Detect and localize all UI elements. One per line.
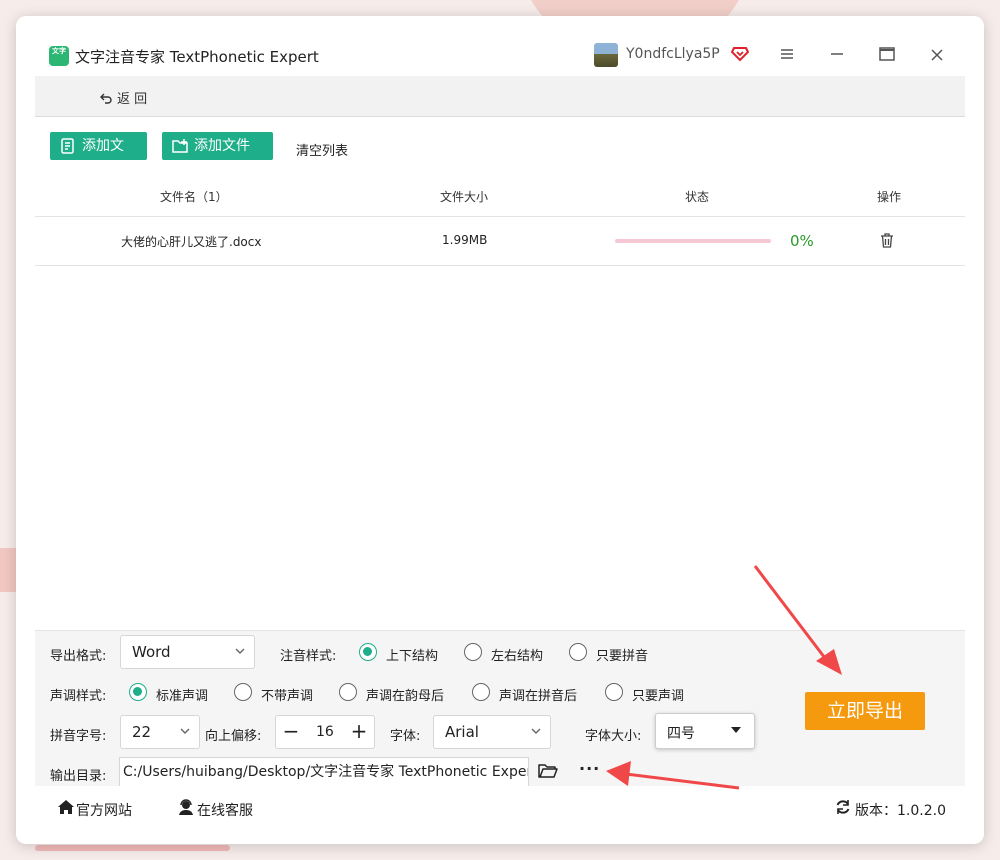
radio-label: 不带声调 xyxy=(261,689,314,704)
support-agent-icon xyxy=(179,799,193,815)
font-size-label: 字体大小: xyxy=(585,729,642,744)
offset-label: 向上偏移: xyxy=(205,729,262,744)
version-info[interactable]: 版本：1.0.2.0 xyxy=(836,800,946,820)
close-icon[interactable] xyxy=(927,46,947,66)
maximize-icon[interactable] xyxy=(877,46,897,66)
pinyin-size-value: 22 xyxy=(132,723,152,741)
radio-label: 左右结构 xyxy=(491,649,544,664)
column-header-size: 文件大小 xyxy=(440,190,489,204)
minimize-icon[interactable] xyxy=(827,46,847,66)
radio-label: 声调在拼音后 xyxy=(499,689,578,704)
back-label: 返 回 xyxy=(117,92,148,107)
trash-icon[interactable] xyxy=(880,233,894,248)
radio-phonetic-left-right[interactable] xyxy=(464,643,482,661)
app-window: 文字 文字注音专家 TextPhonetic Expert Y0ndfcLlya… xyxy=(16,16,984,844)
online-support-link[interactable]: 在线客服 xyxy=(179,799,253,820)
font-value: Arial xyxy=(445,723,479,741)
export-now-button[interactable]: 立即导出 xyxy=(805,692,925,730)
radio-tone-none[interactable] xyxy=(234,683,252,701)
add-folder-button[interactable]: 添加文件夹 xyxy=(162,132,273,182)
chevron-down-icon xyxy=(235,648,245,654)
export-format-select[interactable]: Word xyxy=(120,635,255,669)
radio-label: 上下结构 xyxy=(386,649,439,664)
font-select[interactable]: Arial xyxy=(433,715,551,749)
folder-open-icon[interactable] xyxy=(538,763,558,779)
radio-label: 声调在韵母后 xyxy=(366,689,445,704)
vip-diamond-icon[interactable] xyxy=(731,44,749,62)
font-size-value: 四号 xyxy=(667,726,695,742)
radio-label: 只要拼音 xyxy=(596,649,649,664)
radio-phonetic-pinyin-only[interactable] xyxy=(569,643,587,661)
official-website-link[interactable]: 官方网站 xyxy=(58,800,132,820)
radio-tone-standard[interactable] xyxy=(129,683,147,701)
radio-tone-only[interactable] xyxy=(605,683,623,701)
refresh-icon xyxy=(836,800,850,814)
font-label: 字体: xyxy=(390,729,421,744)
column-header-actions: 操作 xyxy=(877,190,902,204)
export-format-value: Word xyxy=(132,643,171,661)
progress-bar xyxy=(615,239,771,243)
add-file-button[interactable]: 添加文件 xyxy=(50,132,147,182)
table-header: 文件名（1） 文件大小 状态 操作 xyxy=(35,176,965,217)
chevron-down-icon xyxy=(180,728,190,734)
output-dir-field[interactable]: C:/Users/huibang/Desktop/文字注音专家 TextPhon… xyxy=(119,757,529,787)
radio-label: 标准声调 xyxy=(156,689,209,704)
caret-down-icon xyxy=(731,727,741,733)
footer: 官方网站 在线客服 版本：1.0.2.0 xyxy=(35,786,965,826)
app-title: 文字注音专家 TextPhonetic Expert xyxy=(75,48,319,66)
offset-value[interactable]: 16 xyxy=(316,724,334,740)
chevron-down-icon xyxy=(531,728,541,734)
phonetic-style-label: 注音样式: xyxy=(280,649,337,664)
app-logo-icon: 文字 xyxy=(49,46,69,66)
output-dir-label: 输出目录: xyxy=(50,769,107,784)
username[interactable]: Y0ndfcLlya5P xyxy=(626,46,720,62)
nav-bar: 返 回 xyxy=(35,76,965,117)
home-icon xyxy=(58,800,74,814)
clear-list-button[interactable]: 清空列表 xyxy=(296,140,348,159)
export-format-label: 导出格式: xyxy=(50,649,107,664)
online-support-label: 在线客服 xyxy=(197,803,253,819)
column-header-status: 状态 xyxy=(685,190,710,204)
file-size: 1.99MB xyxy=(442,233,488,247)
pinyin-size-label: 拼音字号: xyxy=(50,729,107,744)
more-options-icon[interactable]: ··· xyxy=(579,759,600,778)
tone-style-label: 声调样式: xyxy=(50,689,107,704)
radio-tone-after-final[interactable] xyxy=(339,683,357,701)
column-header-filename: 文件名（1） xyxy=(160,190,228,204)
official-website-label: 官方网站 xyxy=(76,803,132,819)
menu-icon[interactable] xyxy=(777,46,797,66)
pinyin-size-select[interactable]: 22 xyxy=(120,715,200,749)
back-arrow-icon xyxy=(100,93,112,104)
version-label: 版本：1.0.2.0 xyxy=(855,803,946,819)
add-file-icon xyxy=(61,138,74,154)
back-button[interactable]: 返 回 xyxy=(99,88,147,107)
radio-tone-after-pinyin[interactable] xyxy=(472,683,490,701)
offset-stepper[interactable]: − 16 + xyxy=(275,715,375,749)
decrement-button[interactable]: − xyxy=(280,720,302,744)
avatar[interactable] xyxy=(594,43,618,67)
file-name: 大佬的心肝儿又逃了.docx xyxy=(121,235,262,249)
font-size-select[interactable]: 四号 xyxy=(655,713,755,749)
radio-phonetic-top-bottom[interactable] xyxy=(359,643,377,661)
increment-button[interactable]: + xyxy=(348,720,370,744)
background-shape xyxy=(35,845,230,851)
progress-text: 0% xyxy=(790,232,814,250)
table-row[interactable]: 大佬的心肝儿又逃了.docx 1.99MB 0% xyxy=(35,217,965,266)
radio-label: 只要声调 xyxy=(632,689,685,704)
add-folder-icon xyxy=(172,139,188,153)
title-bar: 文字 文字注音专家 TextPhonetic Expert Y0ndfcLlya… xyxy=(16,16,984,76)
